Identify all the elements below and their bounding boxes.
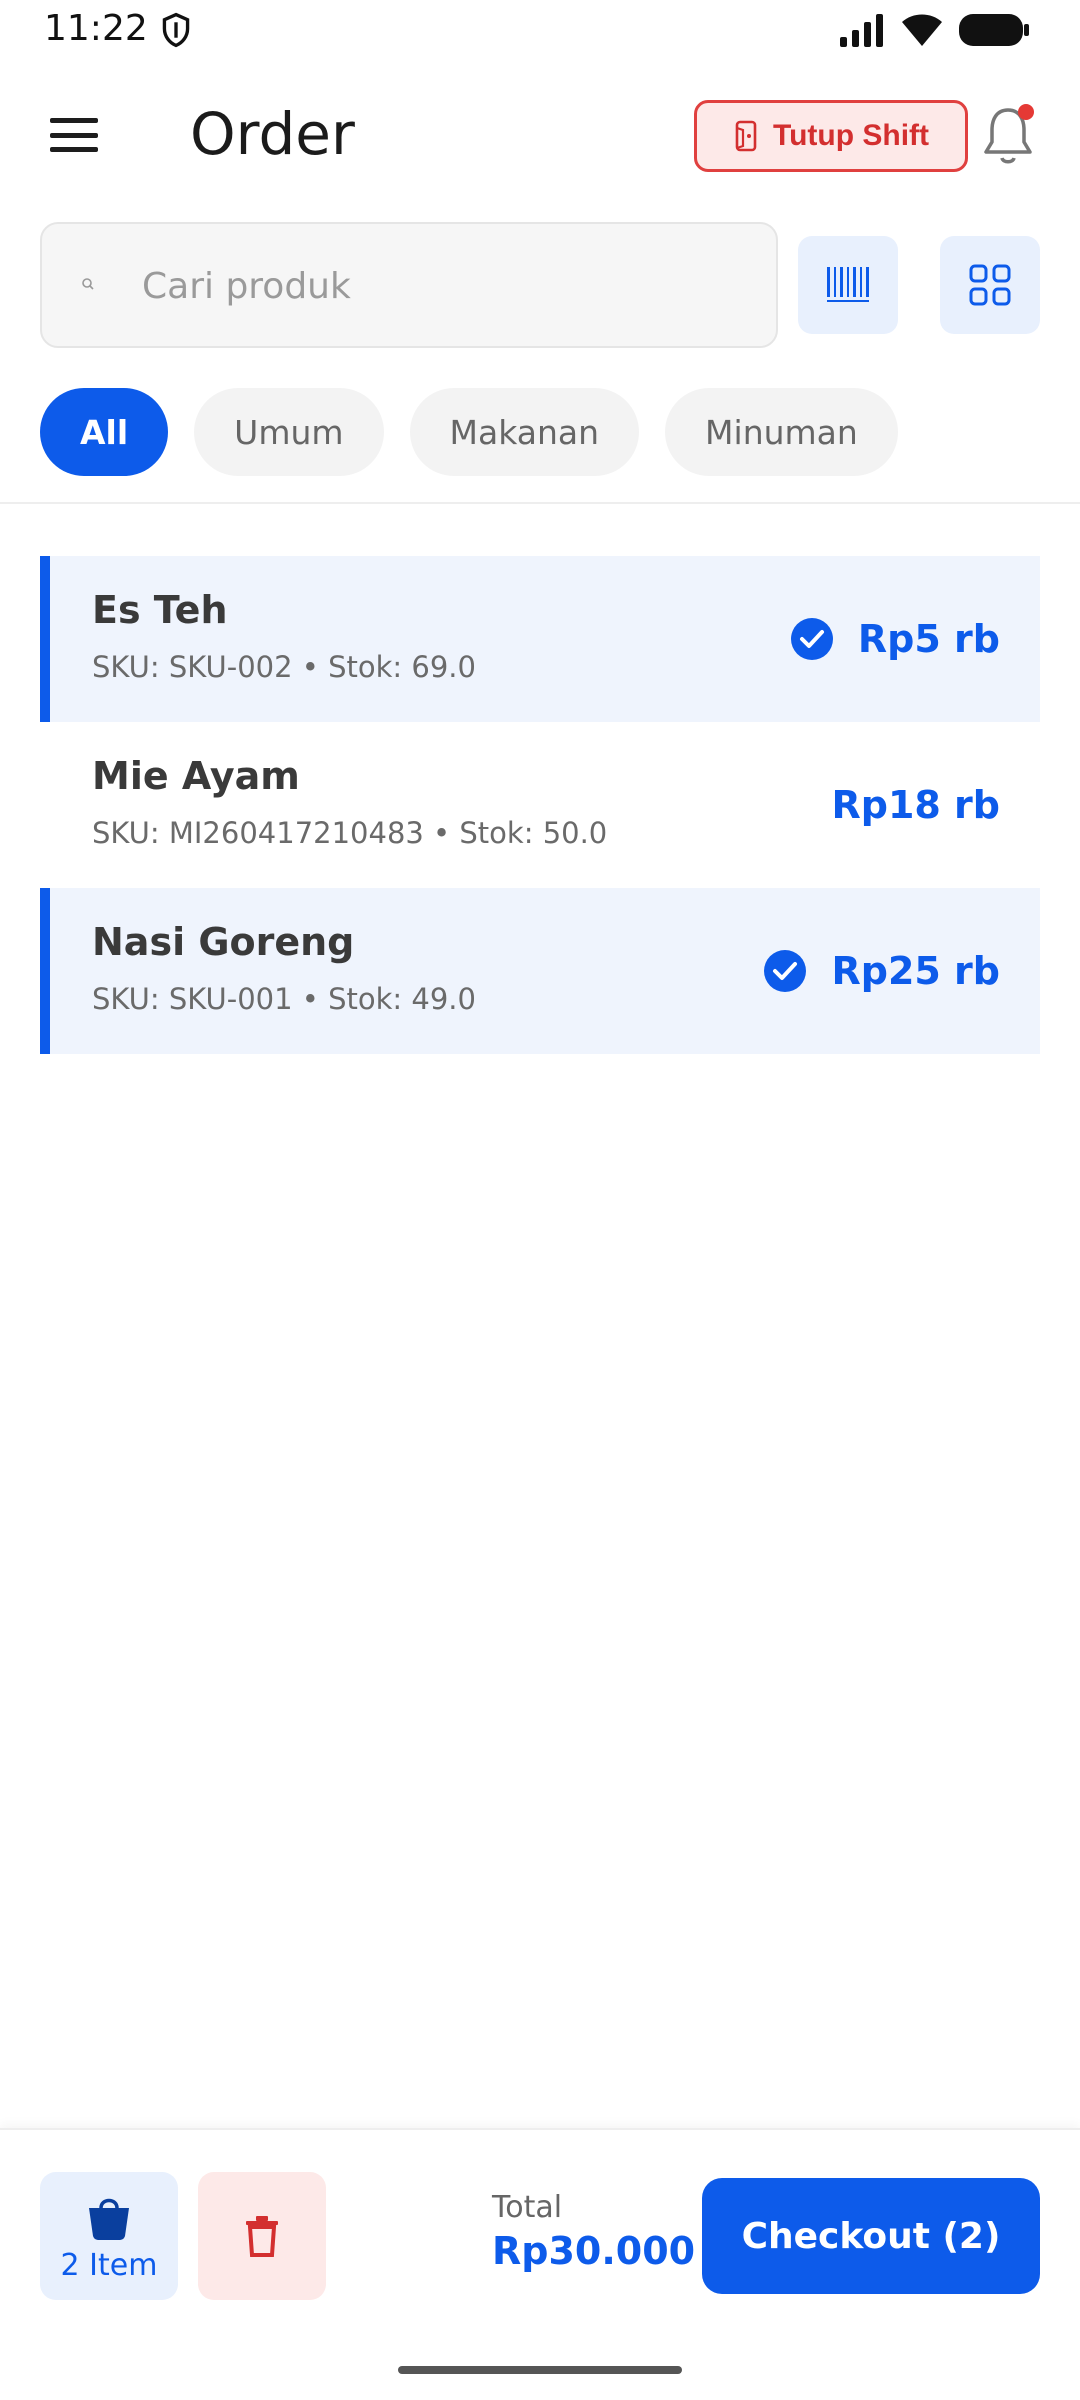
category-chip-makanan[interactable]: Makanan <box>409 388 640 476</box>
home-indicator[interactable] <box>398 2366 682 2374</box>
door-exit-icon <box>735 120 757 152</box>
status-time: 11:22 <box>44 8 148 49</box>
product-name: Nasi Goreng <box>92 920 355 964</box>
grid-view-button[interactable] <box>940 236 1040 334</box>
menu-icon-line <box>50 132 98 138</box>
product-row-mie-ayam[interactable]: Mie Ayam SKU: MI260417210483 • Stok: 50.… <box>40 722 1040 888</box>
shield-icon <box>162 12 190 48</box>
product-price: Rp5 rb <box>857 617 1000 661</box>
total-label: Total <box>492 2190 563 2225</box>
total-block: Total Rp30.000 <box>492 2190 695 2273</box>
category-chip-umum[interactable]: Umum <box>194 388 384 476</box>
wifi-icon <box>902 14 942 46</box>
divider <box>0 502 1080 504</box>
menu-button[interactable] <box>44 110 104 160</box>
check-circle-icon <box>764 950 807 992</box>
search-box[interactable] <box>40 222 778 348</box>
product-right: Rp18 rb <box>831 722 1000 888</box>
product-row-es-teh[interactable]: Es Teh SKU: SKU-002 • Stok: 69.0 Rp5 rb <box>40 556 1040 722</box>
barcode-icon <box>827 267 869 302</box>
category-chip-minuman[interactable]: Minuman <box>665 388 898 476</box>
product-meta: SKU: MI260417210483 • Stok: 50.0 <box>92 816 608 850</box>
check-circle-icon <box>790 618 833 660</box>
product-price: Rp18 rb <box>831 783 1000 827</box>
barcode-scan-button[interactable] <box>798 236 898 334</box>
product-name: Mie Ayam <box>92 754 300 798</box>
cart-item-count: 2 Item <box>60 2247 158 2283</box>
menu-icon-line <box>50 118 98 123</box>
search-input[interactable] <box>142 254 742 318</box>
bottom-bar: 2 Item Total Rp30.000 Checkout (2) <box>0 2128 1080 2400</box>
category-chip-all[interactable]: All <box>40 388 169 476</box>
signal-icon <box>840 14 883 47</box>
cart-button[interactable]: 2 Item <box>40 2172 178 2300</box>
product-name: Es Teh <box>92 588 228 632</box>
checkout-button[interactable]: Checkout (2) <box>702 2178 1040 2294</box>
total-value: Rp30.000 <box>492 2229 696 2273</box>
app-bar: Order Tutup Shift <box>0 90 1080 180</box>
page-title: Order <box>190 100 355 168</box>
product-meta: SKU: SKU-002 • Stok: 69.0 <box>92 650 476 684</box>
category-chips: All Umum Makanan Minuman <box>40 388 898 476</box>
product-row-nasi-goreng[interactable]: Nasi Goreng SKU: SKU-001 • Stok: 49.0 Rp… <box>40 888 1040 1054</box>
product-right: Rp25 rb <box>763 888 1000 1054</box>
close-shift-button[interactable]: Tutup Shift <box>694 100 968 172</box>
grid-icon <box>969 264 1011 306</box>
menu-icon-line <box>50 147 98 152</box>
battery-icon <box>959 14 1029 46</box>
notification-dot <box>1018 104 1034 120</box>
product-list: Es Teh SKU: SKU-002 • Stok: 69.0 Rp5 rb … <box>40 556 1040 1054</box>
search-icon <box>82 278 94 290</box>
product-price: Rp25 rb <box>831 949 1000 993</box>
product-meta: SKU: SKU-001 • Stok: 49.0 <box>92 982 476 1016</box>
close-shift-label: Tutup Shift <box>772 119 930 152</box>
notification-button[interactable] <box>978 102 1038 168</box>
product-right: Rp5 rb <box>790 556 1000 722</box>
clear-cart-button[interactable] <box>198 2172 326 2300</box>
shopping-bag-icon <box>89 2198 129 2240</box>
status-bar: 11:22 <box>0 0 1080 60</box>
trash-icon <box>246 2216 278 2257</box>
